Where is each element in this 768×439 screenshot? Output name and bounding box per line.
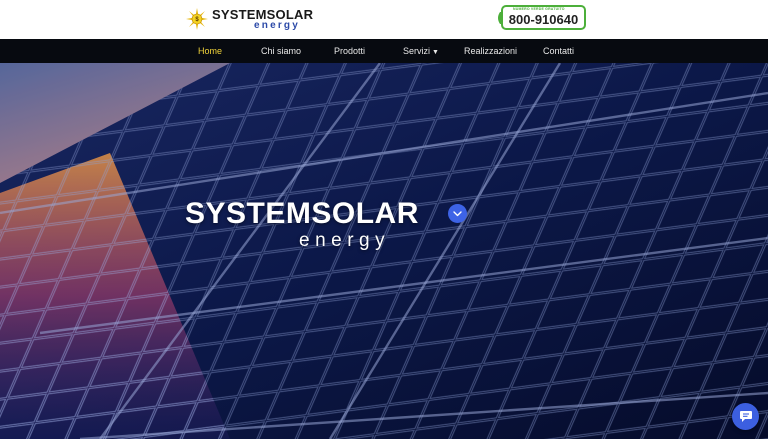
phone-icon [498, 12, 503, 24]
nav-item-realizzazioni[interactable]: Realizzazioni [464, 39, 517, 63]
logo-subtitle: energy [254, 19, 300, 31]
nav-item-contatti[interactable]: Contatti [543, 39, 574, 63]
toll-free-phone[interactable]: NUMERO VERDE GRATUITO 800-910640 [498, 5, 586, 30]
nav-item-servizi-label: Servizi [403, 46, 431, 56]
main-navigation: Home Chi siamo Prodotti Servizi ▼ Realizz… [0, 39, 768, 63]
caret-down-icon: ▼ [432, 49, 439, 56]
hero-banner: SYSTEMSOLAR energy [0, 63, 768, 439]
nav-item-chi-siamo[interactable]: Chi siamo [261, 39, 301, 63]
site-logo[interactable]: $ SYSTEMSOLAR energy [186, 5, 316, 33]
phone-caption: NUMERO VERDE GRATUITO [513, 7, 565, 11]
site-header: $ SYSTEMSOLAR energy NUMERO VERDE GRATUI… [0, 0, 768, 39]
logo-title: SYSTEMSOLAR [212, 6, 314, 22]
phone-number[interactable]: 800-910640 [509, 12, 578, 27]
chevron-down-icon [453, 210, 462, 216]
scroll-down-button[interactable] [448, 204, 467, 223]
nav-item-prodotti[interactable]: Prodotti [334, 39, 365, 63]
nav-item-servizi[interactable]: Servizi ▼ [403, 39, 439, 63]
hero-subtitle: energy [299, 230, 391, 251]
nav-item-home[interactable]: Home [198, 39, 222, 63]
hero-title: SYSTEMSOLAR [185, 197, 419, 230]
sun-icon: $ [186, 8, 208, 30]
chat-bubble-icon [739, 411, 752, 422]
chat-widget-button[interactable] [732, 403, 759, 430]
